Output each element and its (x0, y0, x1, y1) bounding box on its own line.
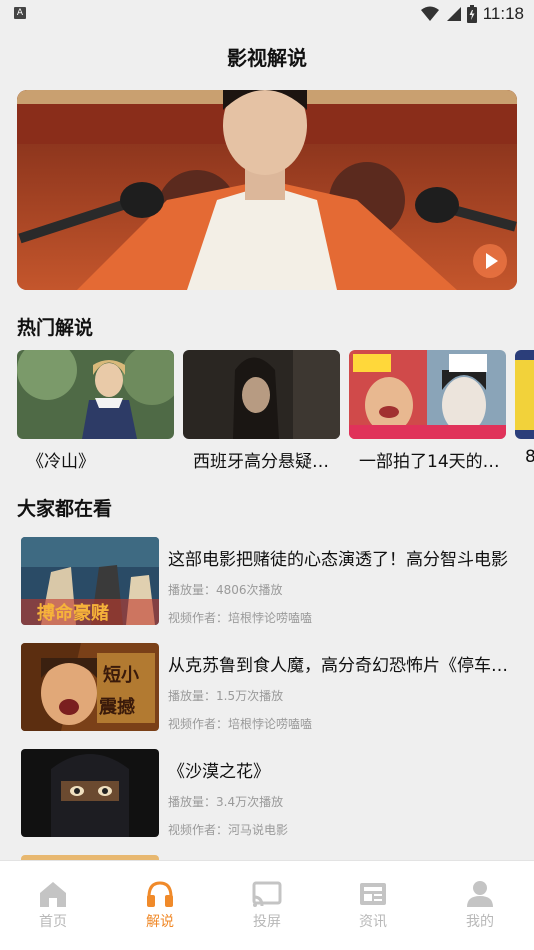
play-icon[interactable] (473, 244, 507, 278)
tab-profile-label: 我的 (466, 914, 494, 930)
feed-item-plays: 播放量：4806次播放 (168, 583, 283, 597)
hot-item-thumbnail (17, 350, 174, 439)
feed-section-title: 大家都在看 (17, 498, 113, 520)
hot-item-title: 一部拍了14天的电影 (359, 452, 506, 472)
feed-thumb-caption: 搏命豪赌 (37, 603, 109, 624)
banner-image (17, 90, 517, 290)
tab-home[interactable]: 首页 (13, 879, 93, 931)
clock: 11:18 (482, 4, 524, 23)
status-bar: A 11:18 (0, 0, 534, 28)
page-title: 影视解说 (227, 46, 307, 70)
tab-commentary-label: 解说 (146, 914, 174, 930)
feed-item[interactable]: 搏命豪赌 这部电影把赌徒的心态演透了！高分智斗电影 播放量：4806次播放 视频… (21, 537, 521, 627)
cast-icon (252, 881, 282, 907)
featured-banner[interactable] (17, 90, 517, 290)
headphones-icon (147, 881, 173, 907)
hot-item-thumbnail (515, 350, 534, 439)
feed-item-author: 视频作者：培根悖论唠嗑嗑 (168, 717, 313, 731)
hot-item-thumbnail: 喜剧 悲剧 (349, 350, 506, 439)
feed-item-author: 视频作者：培根悖论唠嗑嗑 (168, 611, 313, 625)
hot-item[interactable]: 《冷山》 (17, 350, 174, 472)
feed-item-title: 这部电影把赌徒的心态演透了！高分智斗电影 (168, 550, 508, 570)
feed-item-author: 视频作者：河马说电影 (168, 823, 289, 837)
feed-item[interactable]: 短小 震撼 从克苏鲁到食人魔，高分奇幻恐怖片《停车场》 播放量：1.5万次播放 … (21, 643, 521, 733)
hot-section-title: 热门解说 (17, 317, 94, 339)
tab-profile[interactable]: 我的 (440, 879, 520, 931)
hot-item[interactable]: 8 (515, 350, 534, 467)
hot-item-thumbnail (183, 350, 340, 439)
wifi-icon (420, 6, 439, 21)
battery-icon (466, 5, 477, 23)
feed-item-thumbnail (21, 749, 159, 837)
home-icon (40, 882, 66, 907)
hot-list[interactable]: 《冷山》 西班牙高分悬疑惊悚片 喜剧 (17, 350, 534, 480)
tab-cast[interactable]: 投屏 (227, 879, 307, 931)
feed-item-plays: 播放量：3.4万次播放 (168, 795, 284, 809)
feed-item-plays: 播放量：1.5万次播放 (168, 689, 284, 703)
status-icons: 11:18 (420, 4, 524, 24)
bottom-tab-bar: 首页 解说 投屏 资讯 我的 (0, 860, 534, 950)
feed-thumb-caption: 震撼 (99, 697, 135, 718)
hot-item-title: 8 (515, 447, 534, 467)
tab-cast-label: 投屏 (253, 914, 281, 930)
signal-icon (446, 7, 461, 21)
news-icon (360, 883, 386, 905)
tab-commentary[interactable]: 解说 (120, 879, 200, 931)
feed-item[interactable]: 《沙漠之花》 播放量：3.4万次播放 视频作者：河马说电影 (21, 749, 521, 839)
tab-news[interactable]: 资讯 (333, 879, 413, 931)
feed-item-thumbnail: 短小 震撼 (21, 643, 159, 731)
feed-item-title: 《沙漠之花》 (168, 762, 270, 782)
hot-item[interactable]: 西班牙高分悬疑惊悚片 (183, 350, 340, 472)
feed-thumb-caption: 短小 (103, 665, 139, 686)
notification-indicator: A (14, 7, 26, 19)
tab-news-label: 资讯 (359, 914, 387, 930)
tab-home-label: 首页 (39, 914, 67, 930)
hot-item-title: 《冷山》 (27, 452, 95, 472)
feed-item-title: 从克苏鲁到食人魔，高分奇幻恐怖片《停车场》 (168, 656, 508, 676)
hot-item-title: 西班牙高分悬疑惊悚片 (193, 452, 340, 472)
feed-item-thumbnail: 搏命豪赌 (21, 537, 159, 625)
profile-icon (467, 881, 493, 907)
hot-item[interactable]: 喜剧 悲剧 一部拍了14天的电影 (349, 350, 506, 472)
